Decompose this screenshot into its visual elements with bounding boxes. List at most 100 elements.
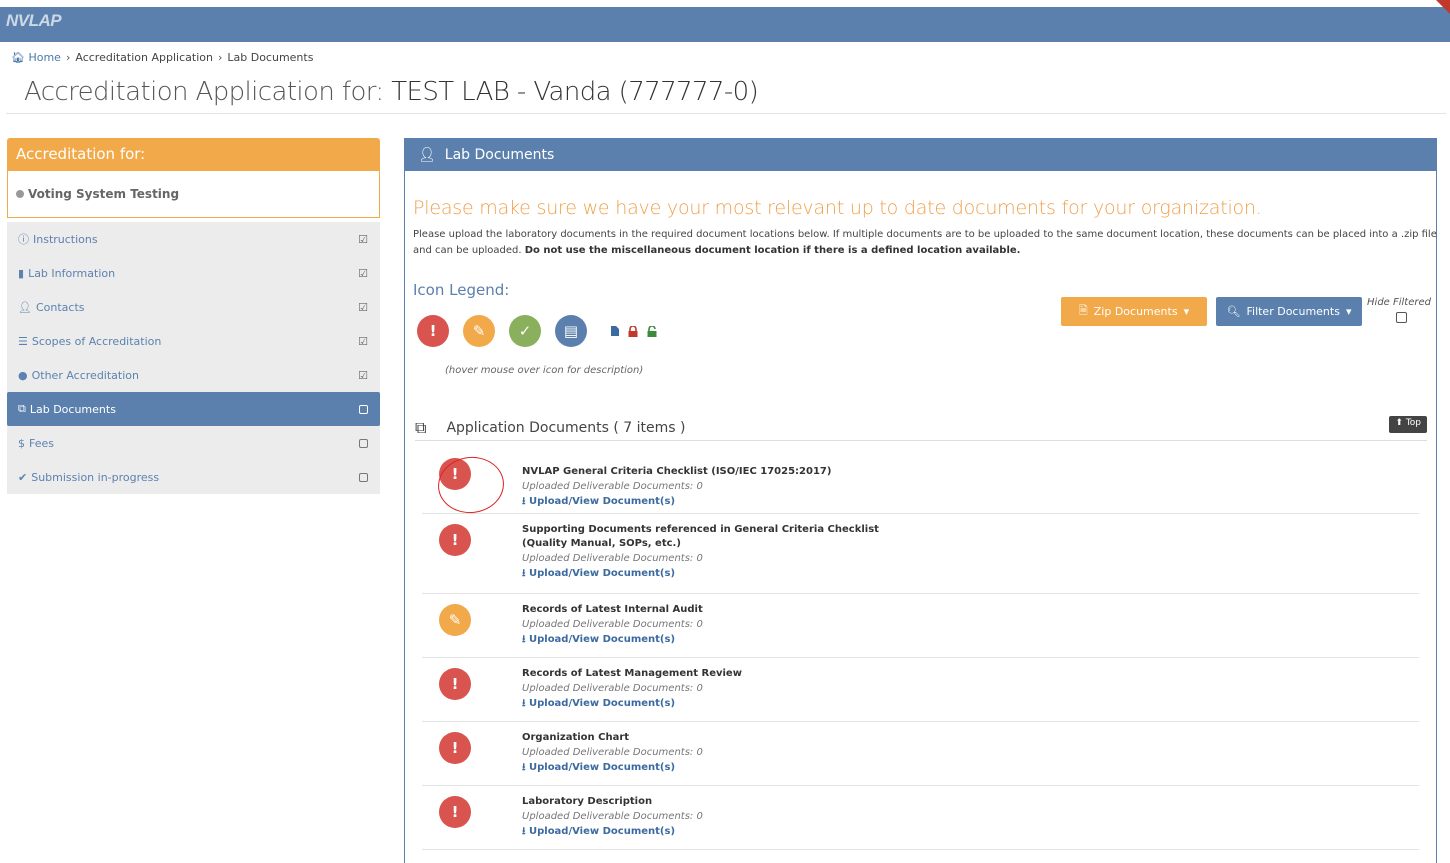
unlock-icon[interactable] xyxy=(647,325,657,337)
dollar-icon: $ xyxy=(18,436,25,450)
top-button[interactable]: ⬆ Top xyxy=(1389,416,1427,433)
upload-icon: ⭳ xyxy=(522,496,526,507)
page-title: Accreditation Application for: TEST LAB … xyxy=(24,77,759,107)
building-icon: ▮ xyxy=(18,266,25,280)
circle-icon xyxy=(16,190,24,198)
document-count: Uploaded Deliverable Documents: 0 xyxy=(522,811,703,822)
page-title-prefix: Accreditation Application for: xyxy=(24,77,384,107)
document-icon[interactable]: ▤ xyxy=(555,315,587,347)
checked-icon: ☑ xyxy=(358,266,368,280)
sidebar-item-lab-documents[interactable]: ⧉ Lab Documents xyxy=(7,392,380,426)
instructions-text: Please upload the laboratory documents i… xyxy=(413,229,1437,256)
corner-ribbon xyxy=(1436,0,1450,14)
filter-documents-button[interactable]: 🔍︎ Filter Documents ▾ xyxy=(1216,297,1362,326)
upload-view-link[interactable]: ⭳ Upload/View Document(s) xyxy=(522,632,703,647)
panel-title: Lab Documents xyxy=(444,147,555,163)
panel-header: 👤︎ Lab Documents xyxy=(405,139,1436,171)
nvlap-logo[interactable]: NVLAP xyxy=(6,11,62,31)
document-name: NVLAP General Criteria Checklist (ISO/IE… xyxy=(522,466,832,477)
upload-icon: ⭳ xyxy=(522,634,526,645)
document-row: ! Records of Latest Management Review Up… xyxy=(422,658,1419,722)
missing-document-icon[interactable]: ! xyxy=(417,315,449,347)
checked-icon: ☑ xyxy=(358,368,368,382)
sidebar-item-other-accreditation[interactable]: ● Other Accreditation ☑ xyxy=(7,358,380,392)
document-count: Uploaded Deliverable Documents: 0 xyxy=(522,553,703,564)
sidebar-item-submission[interactable]: ✔ Submission in-progress xyxy=(7,460,380,494)
file-icon[interactable] xyxy=(611,326,619,336)
document-name: Supporting Documents referenced in Gener… xyxy=(522,524,879,535)
application-documents-header: ⧉ Application Documents ( 7 items ) ⬆ To… xyxy=(415,415,1427,441)
document-count: Uploaded Deliverable Documents: 0 xyxy=(522,619,703,630)
hide-filtered-control: Hide Filtered xyxy=(1365,297,1431,323)
sidebar-item-instructions[interactable]: ⓘ Instructions ☑ xyxy=(7,222,380,256)
accreditation-header: Accreditation for: xyxy=(7,138,380,171)
legend-title: Icon Legend: xyxy=(413,281,510,299)
sidebar-item-fees[interactable]: $ Fees xyxy=(7,426,380,460)
document-name: Laboratory Description xyxy=(522,796,653,807)
sidebar: Accreditation for: Voting System Testing… xyxy=(7,138,380,494)
zip-documents-button[interactable]: 🗎 Zip Documents ▾ xyxy=(1061,297,1207,326)
sidebar-nav: ⓘ Instructions ☑ ▮ Lab Information ☑ 👤︎ Con… xyxy=(7,222,380,494)
document-row: ! NVLAP General Criteria Checklist (ISO/… xyxy=(422,450,1419,517)
checked-icon: ☑ xyxy=(358,300,368,314)
document-name: Records of Latest Management Review xyxy=(522,668,742,679)
top-navbar: NVLAP xyxy=(0,7,1450,42)
mini-legend xyxy=(611,325,657,337)
user-icon: 👤︎ xyxy=(418,147,436,163)
section-title: Application Documents ( 7 items ) xyxy=(446,419,686,436)
notice-heading: Please make sure we have your most relev… xyxy=(413,197,1262,219)
upload-icon: ⭳ xyxy=(522,568,526,579)
upload-view-link[interactable]: ⭳ Upload/View Document(s) xyxy=(522,494,831,509)
caret-down-icon: ▾ xyxy=(1345,305,1352,318)
missing-document-icon[interactable]: ! xyxy=(439,524,471,556)
icon-legend: ! ✎ ✓ ▤ xyxy=(417,315,657,347)
lab-documents-panel: 👤︎ Lab Documents Please make sure we hav… xyxy=(404,138,1437,863)
upload-view-link[interactable]: ⭳ Upload/View Document(s) xyxy=(522,566,879,581)
breadcrumb-home[interactable]: 🏠︎ Home xyxy=(11,51,61,64)
sidebar-item-contacts[interactable]: 👤︎ Contacts ☑ xyxy=(7,290,380,324)
hide-filtered-checkbox[interactable] xyxy=(1396,312,1407,323)
circle-icon: ● xyxy=(18,368,28,382)
sidebar-item-lab-information[interactable]: ▮ Lab Information ☑ xyxy=(7,256,380,290)
document-name-line-2: (Quality Manual, SOPs, etc.) xyxy=(522,538,681,549)
missing-document-icon[interactable]: ! xyxy=(439,732,471,764)
breadcrumb-separator: › xyxy=(65,51,71,64)
document-row: ! Laboratory Description Uploaded Delive… xyxy=(422,786,1419,850)
caret-down-icon: ▾ xyxy=(1183,305,1190,318)
upload-view-link[interactable]: ⭳ Upload/View Document(s) xyxy=(522,824,703,839)
home-icon: 🏠︎ xyxy=(11,51,25,64)
check-icon: ✔ xyxy=(18,470,28,484)
legend-hint: (hover mouse over icon for description) xyxy=(445,365,644,376)
zip-file-icon: 🗎 xyxy=(1078,304,1088,317)
checked-icon: ☑ xyxy=(358,232,368,246)
copy-icon: ⧉ xyxy=(415,417,427,437)
missing-document-icon[interactable]: ! xyxy=(439,796,471,828)
upload-icon: ⭳ xyxy=(522,762,526,773)
document-count: Uploaded Deliverable Documents: 0 xyxy=(522,683,703,694)
info-circle-icon: ⓘ xyxy=(18,233,29,246)
document-row: ✎ Records of Latest Internal Audit Uploa… xyxy=(422,594,1419,658)
unchecked-icon xyxy=(359,472,368,482)
upload-view-link[interactable]: ⭳ Upload/View Document(s) xyxy=(522,760,703,775)
document-count: Uploaded Deliverable Documents: 0 xyxy=(522,747,703,758)
document-row: ! Supporting Documents referenced in Gen… xyxy=(422,514,1419,594)
divider xyxy=(6,113,1446,114)
breadcrumb-item-lab-documents: Lab Documents xyxy=(227,51,314,64)
document-row: ! Organization Chart Uploaded Deliverabl… xyxy=(422,722,1419,786)
document-count: Uploaded Deliverable Documents: 0 xyxy=(522,481,703,492)
document-name: Organization Chart xyxy=(522,732,630,743)
list-icon: ☰ xyxy=(18,334,28,348)
optional-document-icon[interactable]: ✎ xyxy=(463,315,495,347)
unchecked-icon xyxy=(359,404,368,414)
sidebar-item-scopes[interactable]: ☰ Scopes of Accreditation ☑ xyxy=(7,324,380,358)
complete-document-icon[interactable]: ✓ xyxy=(509,315,541,347)
breadcrumb-separator: › xyxy=(217,51,223,64)
breadcrumb-item-application[interactable]: Accreditation Application xyxy=(75,51,213,64)
optional-document-icon[interactable]: ✎ xyxy=(439,604,471,636)
lock-icon[interactable] xyxy=(628,325,638,337)
accreditation-program: Voting System Testing xyxy=(7,171,380,218)
document-list: ! NVLAP General Criteria Checklist (ISO/… xyxy=(422,450,1419,850)
upload-view-link[interactable]: ⭳ Upload/View Document(s) xyxy=(522,696,742,711)
upload-icon: ⭳ xyxy=(522,826,526,837)
missing-document-icon[interactable]: ! xyxy=(439,668,471,700)
